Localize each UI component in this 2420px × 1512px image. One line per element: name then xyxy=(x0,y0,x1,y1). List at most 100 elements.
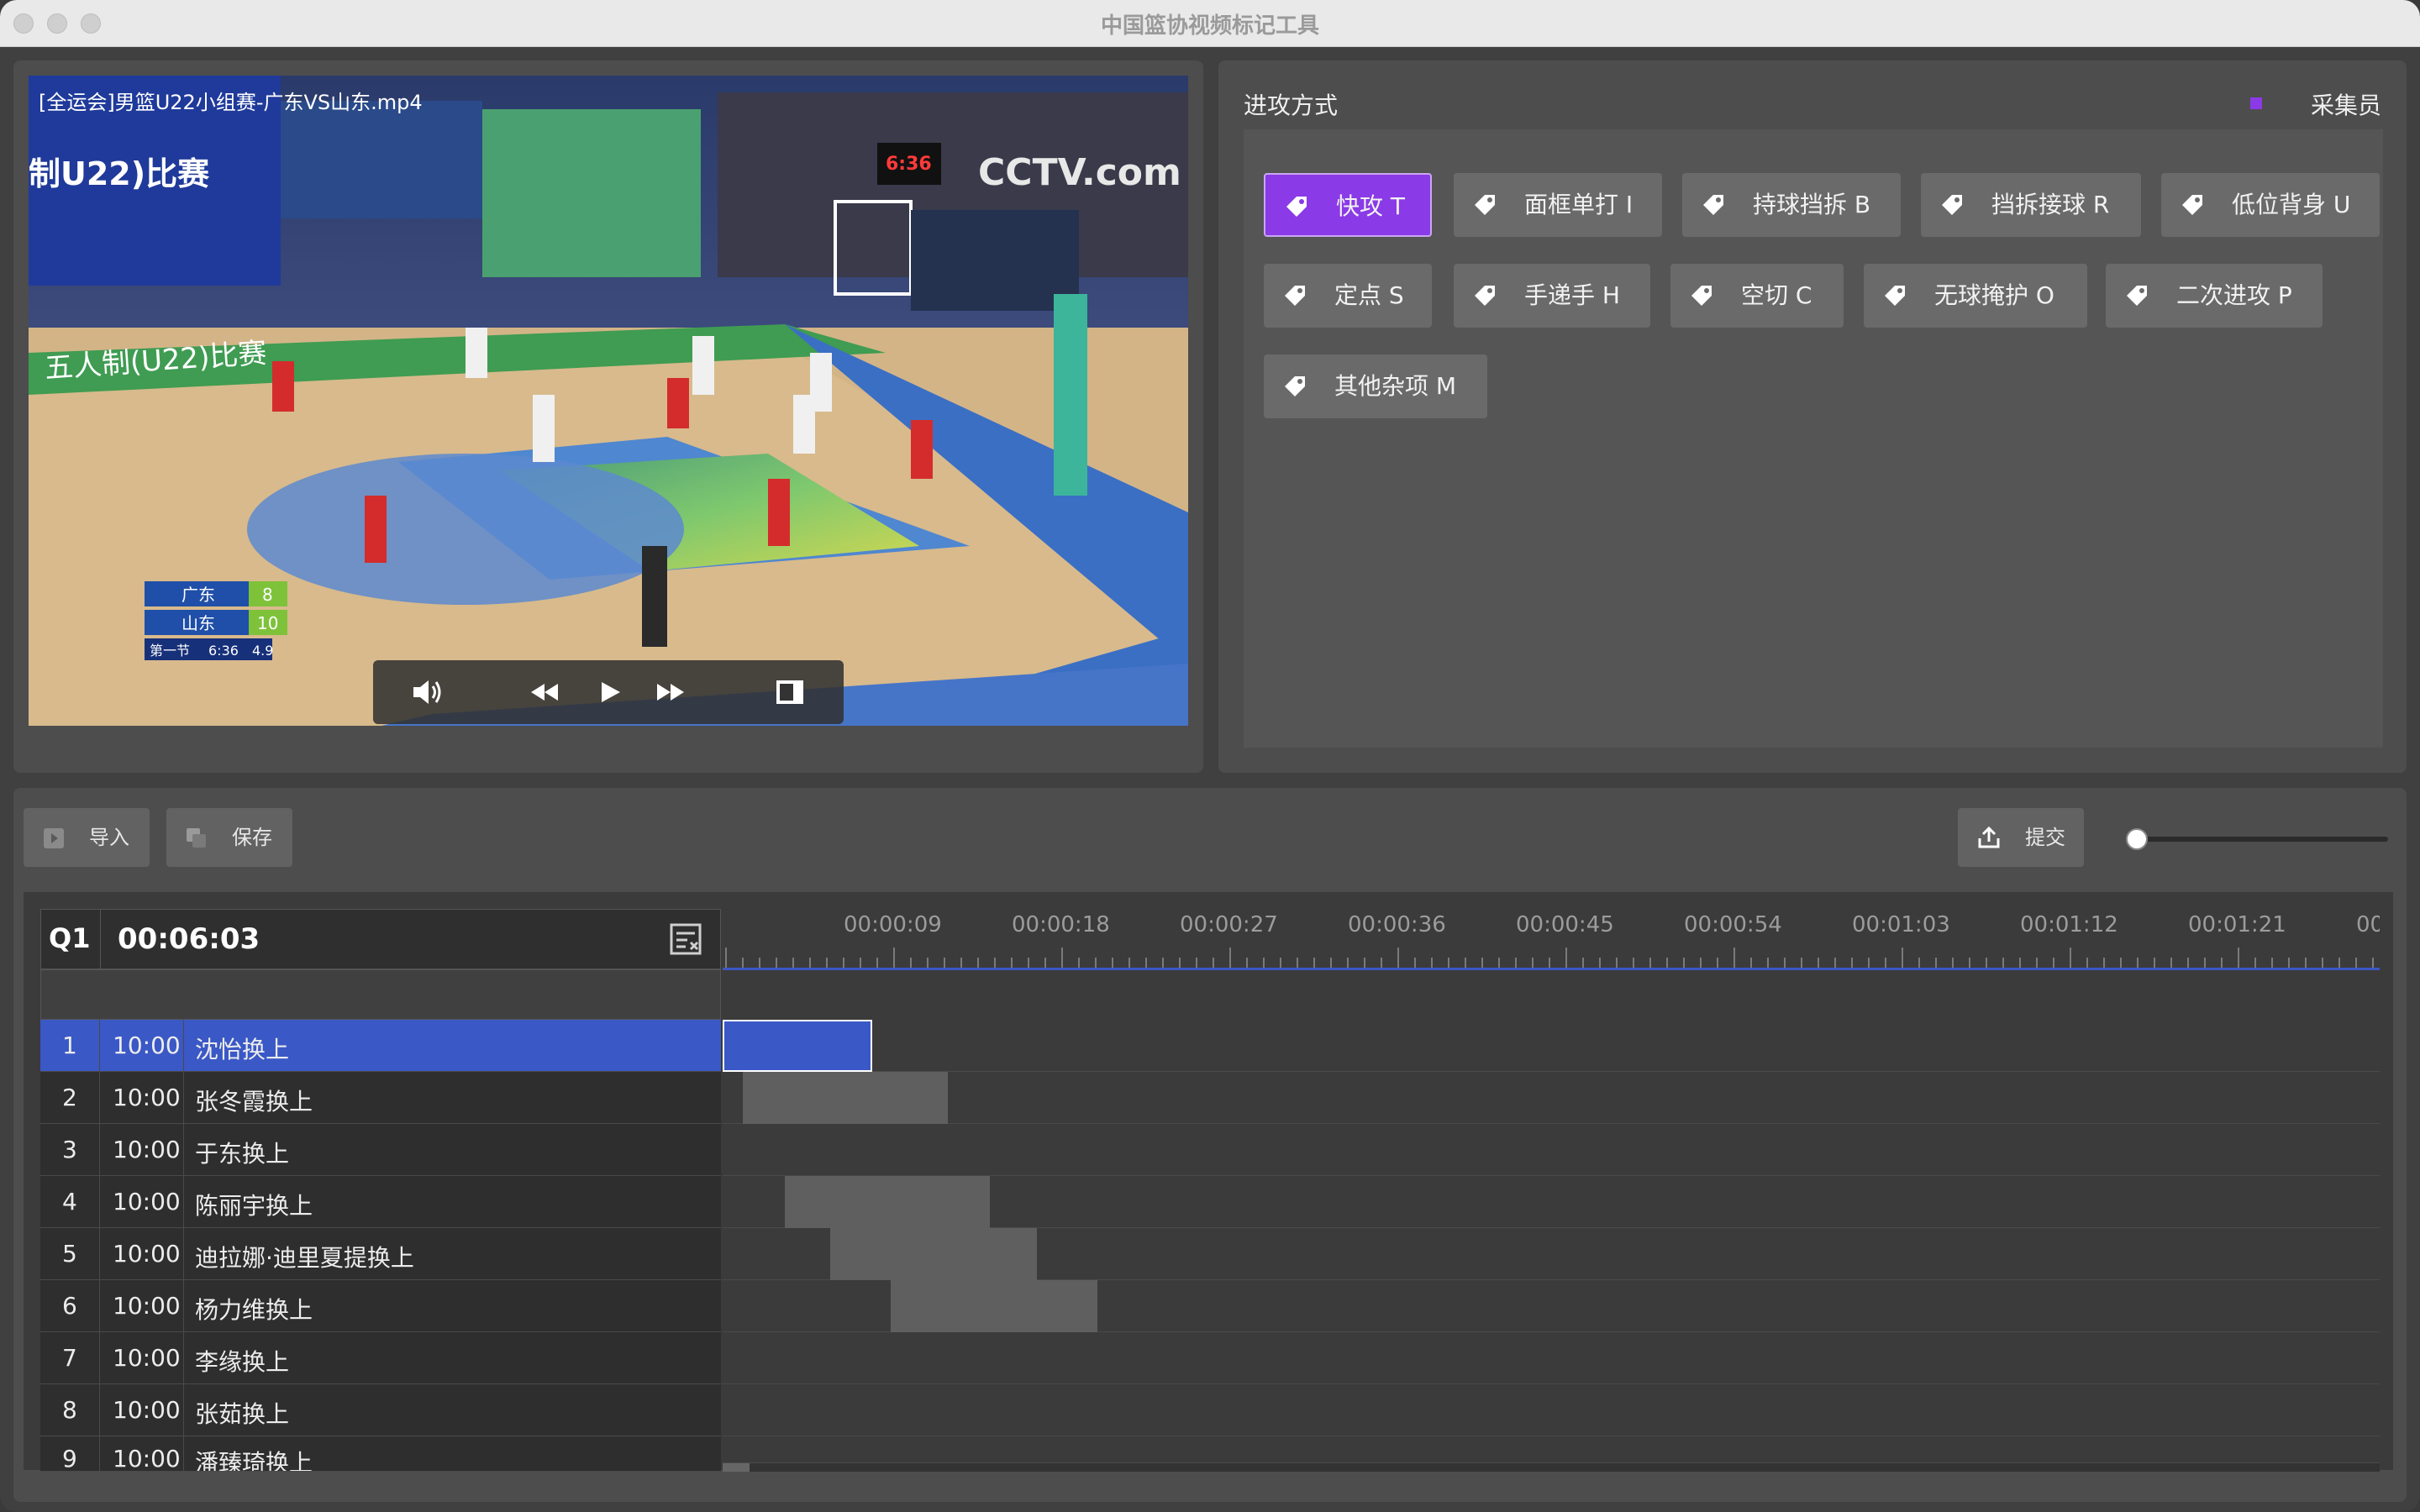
tag-icon xyxy=(1942,195,1962,215)
zoom-slider-track[interactable] xyxy=(2136,837,2388,842)
copy-icon xyxy=(187,828,206,848)
timeline-clip[interactable] xyxy=(723,1020,872,1072)
ruler-tick-label: 00: xyxy=(2356,912,2380,937)
tag-off-ball-screen[interactable]: 无球掩护 O xyxy=(1864,264,2087,328)
timeline-track xyxy=(723,1020,2380,1072)
list-item[interactable]: 2 10:00 张冬霞换上 xyxy=(40,1072,721,1124)
tag-label: 低位背身 U xyxy=(2232,191,2351,218)
row-index: 9 xyxy=(62,1445,77,1472)
tag-miscellaneous[interactable]: 其他杂项 M xyxy=(1264,354,1487,418)
score-value1: 8 xyxy=(262,585,273,605)
ruler-tick-label: 00:00:54 xyxy=(1684,912,1782,937)
timeline-track xyxy=(723,1280,2380,1332)
ruler-baseline xyxy=(723,968,2380,970)
list-item[interactable]: 3 10:00 于东换上 xyxy=(40,1124,721,1176)
row-event: 于东换上 xyxy=(195,1140,290,1168)
row-event: 沈怡换上 xyxy=(195,1036,290,1063)
list-item[interactable]: 1 10:00 沈怡换上 xyxy=(40,1020,721,1072)
ruler-tick-label: 00:01:21 xyxy=(2188,912,2286,937)
save-button[interactable]: 保存 xyxy=(166,808,292,867)
tag-label: 定点 S xyxy=(1334,281,1404,309)
timeline-track xyxy=(723,1072,2380,1124)
horizontal-scrollbar[interactable] xyxy=(723,1463,2380,1472)
timeline-clip[interactable] xyxy=(743,1072,948,1124)
row-index: 6 xyxy=(62,1292,77,1320)
import-button[interactable]: 导入 xyxy=(24,808,150,867)
title-bar: 中国篮协视频标记工具 xyxy=(0,0,2420,47)
row-time: 10:00 xyxy=(113,1240,181,1268)
list-item[interactable]: 8 10:00 张茹换上 xyxy=(40,1384,721,1436)
score-shot-clock: 4.9 xyxy=(252,643,273,659)
row-index: 4 xyxy=(62,1188,77,1215)
row-time: 10:00 xyxy=(113,1396,181,1424)
tag-post-up[interactable]: 低位背身 U xyxy=(2161,173,2380,237)
tag-second-chance[interactable]: 二次进攻 P xyxy=(2106,264,2323,328)
list-item[interactable]: 5 10:00 迪拉娜·迪里夏提换上 xyxy=(40,1228,721,1280)
row-event: 张冬霞换上 xyxy=(195,1088,313,1116)
pip-icon[interactable] xyxy=(773,675,807,709)
score-team2: 山东 xyxy=(182,613,215,633)
tag-label: 手递手 H xyxy=(1524,281,1620,309)
ruler-tick-label: 00:00:27 xyxy=(1180,912,1278,937)
tag-face-up-isolation[interactable]: 面框单打 I xyxy=(1454,173,1662,237)
ruler-tick-label: 00:00:36 xyxy=(1348,912,1446,937)
row-index: 7 xyxy=(62,1344,77,1372)
tag-label: 持球挡拆 B xyxy=(1753,191,1871,218)
row-event: 张茹换上 xyxy=(195,1400,290,1428)
list-item[interactable]: 4 10:00 陈丽宇换上 xyxy=(40,1176,721,1228)
list-item[interactable]: 7 10:00 李缘换上 xyxy=(40,1332,721,1384)
row-event: 陈丽宇换上 xyxy=(195,1192,313,1220)
timeline-track xyxy=(723,1332,2380,1384)
tag-pick-and-roll-ball-handler[interactable]: 持球挡拆 B xyxy=(1682,173,1901,237)
tag-hand-off[interactable]: 手递手 H xyxy=(1454,264,1650,328)
tag-icon xyxy=(1285,286,1305,306)
timeline-clip[interactable] xyxy=(891,1280,1097,1332)
timeline-track xyxy=(723,1124,2380,1176)
horizontal-scrollbar-thumb[interactable] xyxy=(723,1463,750,1472)
rewind-icon[interactable] xyxy=(528,675,561,709)
row-event: 迪拉娜·迪里夏提换上 xyxy=(195,1244,414,1272)
row-time: 10:00 xyxy=(113,1084,181,1111)
tag-icon xyxy=(1703,195,1723,215)
tag-label: 空切 C xyxy=(1741,281,1812,309)
timeline-track xyxy=(723,1384,2380,1436)
fast-forward-icon[interactable] xyxy=(654,675,687,709)
row-index: 1 xyxy=(62,1032,77,1059)
ruler-tick-label: 00:00:18 xyxy=(1012,912,1110,937)
timeline-clip[interactable] xyxy=(785,1176,990,1228)
tag-icon xyxy=(1475,195,1495,215)
upload-icon xyxy=(1978,826,2000,848)
score-period: 第一节 xyxy=(150,643,190,659)
timeline-track xyxy=(723,1228,2380,1280)
window-title: 中国篮协视频标记工具 xyxy=(1100,13,1319,39)
video-player[interactable]: 制U22)比赛 五人制(U22)比赛 CCTV.com 6:36 广东 8 山东… xyxy=(29,76,1188,726)
broadcaster-logo: CCTV.com xyxy=(978,151,1181,194)
list-item[interactable]: 6 10:00 杨力维换上 xyxy=(40,1280,721,1332)
tag-icon xyxy=(2182,195,2202,215)
row-time: 10:00 xyxy=(113,1188,181,1215)
row-time: 10:00 xyxy=(113,1445,181,1472)
list-item[interactable]: 9 10:00 潘臻琦换上 xyxy=(40,1436,721,1472)
score-value2: 10 xyxy=(257,613,278,633)
timeline-clip[interactable] xyxy=(830,1228,1037,1280)
tag-label: 快攻 T xyxy=(1336,192,1406,220)
collector-indicator-icon xyxy=(2250,97,2262,109)
tag-spot-up[interactable]: 定点 S xyxy=(1264,264,1432,328)
video-frame: 制U22)比赛 五人制(U22)比赛 CCTV.com 6:36 广东 8 山东… xyxy=(29,76,1188,726)
shot-clock-display: 6:36 xyxy=(886,154,932,175)
save-button-label: 保存 xyxy=(232,826,272,849)
tag-fast-break[interactable]: 快攻 T xyxy=(1264,173,1432,237)
row-time: 10:00 xyxy=(113,1136,181,1163)
zoom-slider-handle[interactable] xyxy=(2126,828,2148,850)
score-team1: 广东 xyxy=(182,585,215,605)
row-time: 10:00 xyxy=(113,1032,181,1059)
tag-cut[interactable]: 空切 C xyxy=(1670,264,1844,328)
clear-list-icon[interactable] xyxy=(669,922,702,956)
volume-icon[interactable] xyxy=(410,675,444,709)
tag-pick-and-roll-receiver[interactable]: 挡拆接球 R xyxy=(1921,173,2141,237)
submit-button[interactable]: 提交 xyxy=(1958,808,2084,867)
timeline-track xyxy=(723,1176,2380,1228)
play-icon[interactable] xyxy=(593,675,627,709)
row-event: 潘臻琦换上 xyxy=(195,1449,313,1472)
playback-controls xyxy=(373,660,844,724)
